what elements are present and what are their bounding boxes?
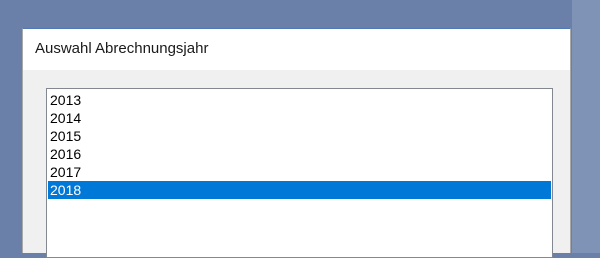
year-selection-dialog: Auswahl Abrechnungsjahr 2013 2014 2015 2… (22, 28, 571, 258)
list-item-2015[interactable]: 2015 (48, 127, 551, 145)
list-item-2016[interactable]: 2016 (48, 145, 551, 163)
dialog-title: Auswahl Abrechnungsjahr (35, 40, 209, 57)
list-item-2017[interactable]: 2017 (48, 163, 551, 181)
year-listbox[interactable]: 2013 2014 2015 2016 2017 2018 (46, 88, 553, 258)
dialog-titlebar[interactable]: Auswahl Abrechnungsjahr (23, 29, 570, 70)
list-item-2018[interactable]: 2018 (48, 181, 551, 199)
desktop-background (572, 0, 600, 253)
list-item-2014[interactable]: 2014 (48, 109, 551, 127)
list-item-2013[interactable]: 2013 (48, 91, 551, 109)
